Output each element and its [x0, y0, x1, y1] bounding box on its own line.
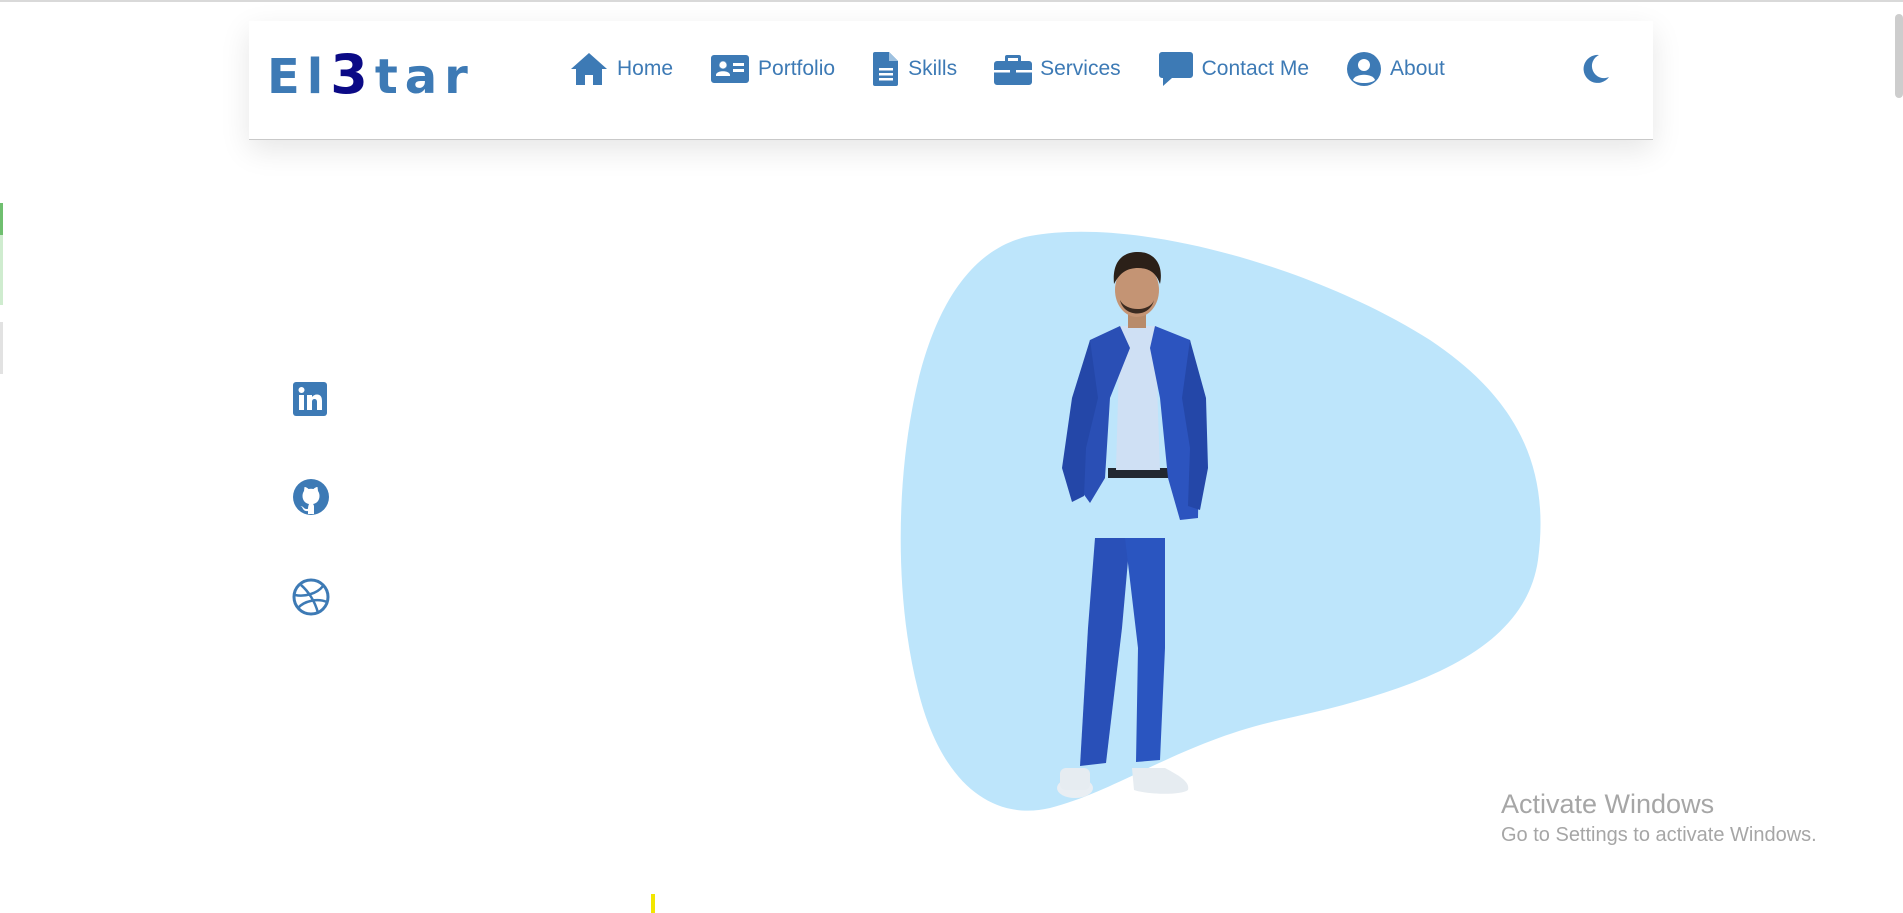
left-edge-strip — [0, 203, 3, 235]
site-header: El3tar Home Portfolio Skills Services Co… — [249, 21, 1653, 140]
nav-contact-label: Contact Me — [1201, 57, 1310, 80]
left-edge-strip — [0, 235, 3, 305]
scrollbar-thumb[interactable] — [1895, 14, 1903, 98]
main-nav: Home Portfolio Skills Services Contact M… — [569, 51, 1445, 87]
site-logo[interactable]: El3tar — [267, 43, 475, 106]
nav-portfolio[interactable]: Portfolio — [710, 53, 835, 85]
linkedin-icon — [292, 381, 328, 417]
id-card-icon — [710, 53, 750, 85]
windows-activation-watermark: Activate Windows Go to Settings to activ… — [1501, 789, 1817, 847]
watermark-title: Activate Windows — [1501, 789, 1715, 819]
window-top-border — [0, 0, 1903, 2]
watermark-subtitle: Go to Settings to activate Windows. — [1501, 824, 1817, 846]
logo-prefix: El — [267, 49, 331, 105]
nav-skills-label: Skills — [908, 57, 958, 80]
document-icon — [872, 51, 900, 87]
profile-photo — [1050, 248, 1230, 812]
github-link[interactable] — [292, 478, 330, 516]
nav-services-label: Services — [1040, 57, 1121, 80]
nav-portfolio-label: Portfolio — [758, 57, 836, 80]
home-icon — [569, 51, 609, 87]
nav-about-label: About — [1390, 57, 1445, 80]
chat-icon — [1158, 51, 1194, 87]
moon-icon — [1579, 54, 1611, 89]
dribbble-icon — [292, 578, 330, 616]
nav-home[interactable]: Home — [569, 51, 673, 87]
theme-toggle-button[interactable] — [1579, 53, 1613, 87]
nav-services[interactable]: Services — [994, 52, 1121, 86]
user-circle-icon — [1346, 51, 1382, 87]
briefcase-icon — [994, 52, 1033, 86]
nav-skills[interactable]: Skills — [872, 51, 957, 87]
logo-highlight: 3 — [330, 43, 375, 106]
dribbble-link[interactable] — [292, 578, 330, 616]
nav-home-label: Home — [617, 57, 674, 80]
logo-suffix: tar — [374, 49, 475, 105]
left-edge-strip — [0, 322, 3, 374]
nav-about[interactable]: About — [1346, 51, 1445, 87]
text-cursor-marker — [651, 894, 655, 913]
github-icon — [292, 478, 330, 516]
nav-contact[interactable]: Contact Me — [1158, 51, 1309, 87]
linkedin-link[interactable] — [292, 381, 328, 417]
